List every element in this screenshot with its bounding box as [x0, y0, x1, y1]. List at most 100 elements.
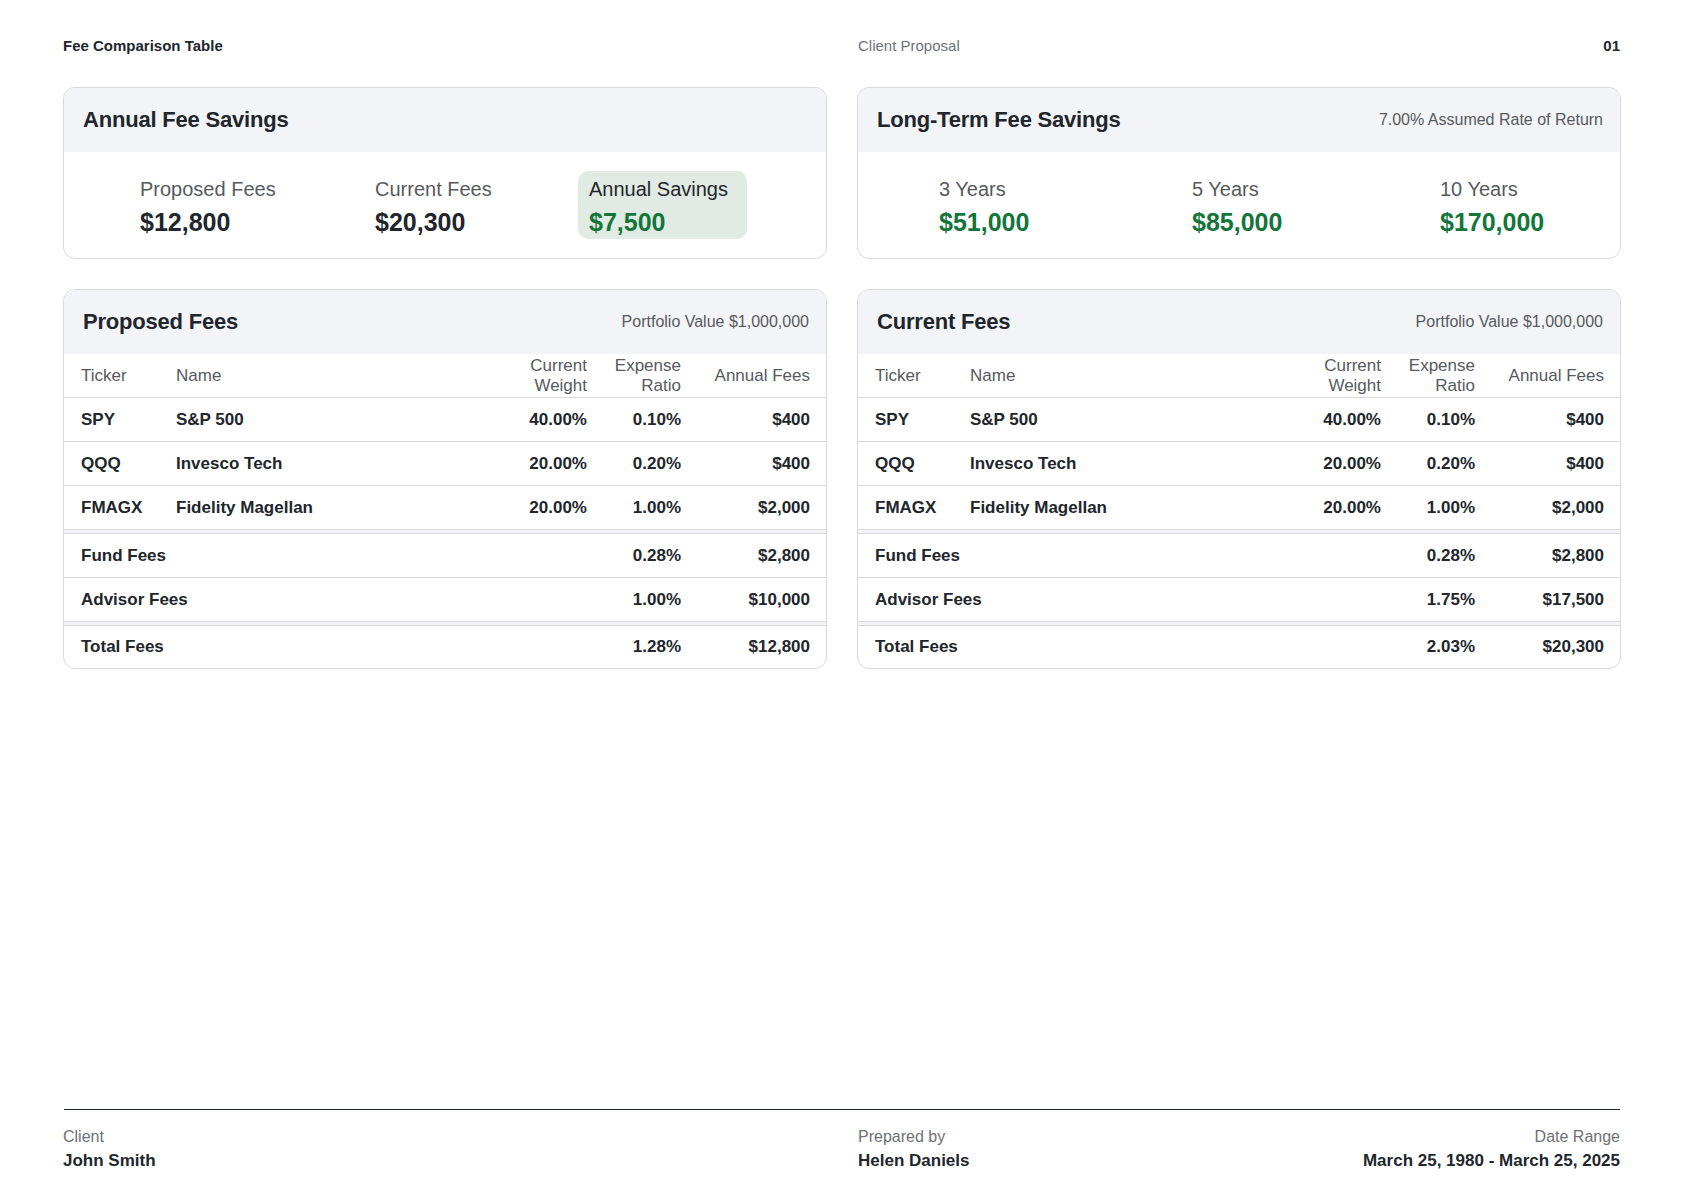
page-number: 01 [1603, 36, 1620, 56]
fees-cell: $400 [1475, 410, 1604, 430]
col-header-expense-ratio: Expense Ratio [1381, 356, 1475, 396]
name-cell: Invesco Tech [970, 454, 1261, 474]
stat-current-fees-label: Current Fees [375, 176, 492, 202]
holding-row-spy: SPY S&P 500 40.00% 0.10% $400 [858, 398, 1620, 442]
col-header-current-weight: Current Weight [1261, 356, 1381, 396]
ratio-cell: 0.20% [1381, 454, 1475, 474]
weight-cell: 40.00% [467, 410, 587, 430]
date-range-value: March 25, 1980 - March 25, 2025 [1363, 1149, 1620, 1173]
footer-date-range: Date Range March 25, 1980 - March 25, 20… [1363, 1126, 1620, 1173]
summary-label: Advisor Fees [81, 590, 587, 610]
doc-subtitle: Client Proposal [858, 36, 960, 56]
holding-row-fmagx: FMAGX Fidelity Magellan 20.00% 1.00% $2,… [64, 486, 826, 530]
name-cell: S&P 500 [970, 410, 1261, 430]
weight-cell: 20.00% [467, 498, 587, 518]
col-header-expense-ratio: Expense Ratio [587, 356, 681, 396]
holding-row-spy: SPY S&P 500 40.00% 0.10% $400 [64, 398, 826, 442]
current-fees-title: Current Fees [877, 309, 1010, 335]
col-header-name: Name [970, 366, 1261, 386]
stat-proposed-fees-value: $12,800 [140, 205, 276, 239]
current-fees-card: Current Fees Portfolio Value $1,000,000 … [857, 289, 1621, 669]
holding-row-fmagx: FMAGX Fidelity Magellan 20.00% 1.00% $2,… [858, 486, 1620, 530]
stat-current-fees: Current Fees $20,300 [375, 176, 492, 239]
col-header-name: Name [176, 366, 467, 386]
ratio-cell: 0.10% [587, 410, 681, 430]
col-header-annual-fees: Annual Fees [681, 366, 810, 386]
annual-fee-savings-title: Annual Fee Savings [83, 107, 288, 133]
col-header-annual-fees: Annual Fees [1475, 366, 1604, 386]
long-term-fee-savings-title: Long-Term Fee Savings [877, 107, 1121, 133]
summary-label: Advisor Fees [875, 590, 1381, 610]
assumed-rate-note: 7.00% Assumed Rate of Return [1379, 111, 1603, 129]
summary-label: Fund Fees [81, 546, 587, 566]
proposed-column-headers: Ticker Name Current Weight Expense Ratio… [64, 354, 826, 398]
weight-cell: 20.00% [1261, 498, 1381, 518]
summary-fees: $2,800 [681, 546, 810, 566]
stat-3-years-value: $51,000 [939, 205, 1029, 239]
name-cell: S&P 500 [176, 410, 467, 430]
ticker-cell: SPY [875, 410, 970, 430]
weight-cell: 20.00% [1261, 454, 1381, 474]
stat-annual-savings-label: Annual Savings [589, 176, 747, 202]
weight-cell: 40.00% [1261, 410, 1381, 430]
ticker-cell: SPY [81, 410, 176, 430]
summary-label: Fund Fees [875, 546, 1381, 566]
long-term-fee-savings-card: Long-Term Fee Savings 7.00% Assumed Rate… [857, 87, 1621, 259]
summary-ratio: 0.28% [587, 546, 681, 566]
fees-cell: $2,000 [1475, 498, 1604, 518]
proposed-fees-title: Proposed Fees [83, 309, 238, 335]
annual-fee-savings-card: Annual Fee Savings Proposed Fees $12,800… [63, 87, 827, 259]
stat-proposed-fees-label: Proposed Fees [140, 176, 276, 202]
stat-3-years: 3 Years $51,000 [939, 176, 1029, 239]
holding-row-qqq: QQQ Invesco Tech 20.00% 0.20% $400 [64, 442, 826, 486]
summary-fees: $10,000 [681, 590, 810, 610]
stat-5-years: 5 Years $85,000 [1192, 176, 1282, 239]
advisor-fees-row: Advisor Fees 1.75% $17,500 [858, 578, 1620, 622]
name-cell: Invesco Tech [176, 454, 467, 474]
footer-client: Client John Smith [63, 1126, 156, 1173]
ticker-cell: FMAGX [81, 498, 176, 518]
fees-cell: $400 [681, 410, 810, 430]
stat-annual-savings: Annual Savings $7,500 [578, 171, 747, 239]
ratio-cell: 0.10% [1381, 410, 1475, 430]
total-label: Total Fees [81, 637, 587, 657]
total-fees-row: Total Fees 1.28% $12,800 [64, 626, 826, 668]
holding-row-qqq: QQQ Invesco Tech 20.00% 0.20% $400 [858, 442, 1620, 486]
stat-10-years-value: $170,000 [1440, 205, 1544, 239]
annual-fee-savings-card-header: Annual Fee Savings [64, 88, 826, 152]
prepared-by-label: Prepared by [858, 1126, 970, 1148]
stat-5-years-label: 5 Years [1192, 176, 1282, 202]
stat-5-years-value: $85,000 [1192, 205, 1282, 239]
stat-10-years: 10 Years $170,000 [1440, 176, 1544, 239]
weight-cell: 20.00% [467, 454, 587, 474]
current-portfolio-value: Portfolio Value $1,000,000 [1416, 313, 1603, 331]
advisor-fees-row: Advisor Fees 1.00% $10,000 [64, 578, 826, 622]
doc-title: Fee Comparison Table [63, 36, 223, 56]
footer-prepared-by: Prepared by Helen Daniels [858, 1126, 970, 1173]
summary-fees: $2,800 [1475, 546, 1604, 566]
date-range-label: Date Range [1363, 1126, 1620, 1148]
col-header-current-weight: Current Weight [467, 356, 587, 396]
ratio-cell: 0.20% [587, 454, 681, 474]
prepared-by-name: Helen Daniels [858, 1149, 970, 1173]
stat-annual-savings-value: $7,500 [589, 205, 747, 239]
ticker-cell: QQQ [875, 454, 970, 474]
client-label: Client [63, 1126, 156, 1148]
col-header-ticker: Ticker [875, 366, 970, 386]
client-name: John Smith [63, 1149, 156, 1173]
stat-current-fees-value: $20,300 [375, 205, 492, 239]
current-column-headers: Ticker Name Current Weight Expense Ratio… [858, 354, 1620, 398]
fees-cell: $400 [1475, 454, 1604, 474]
total-ratio: 1.28% [587, 637, 681, 657]
summary-fees: $17,500 [1475, 590, 1604, 610]
summary-ratio: 1.75% [1381, 590, 1475, 610]
fees-cell: $400 [681, 454, 810, 474]
stat-proposed-fees: Proposed Fees $12,800 [140, 176, 276, 239]
col-header-ticker: Ticker [81, 366, 176, 386]
current-fees-card-header: Current Fees Portfolio Value $1,000,000 [858, 290, 1620, 354]
fund-fees-row: Fund Fees 0.28% $2,800 [64, 534, 826, 578]
ratio-cell: 1.00% [1381, 498, 1475, 518]
summary-ratio: 0.28% [1381, 546, 1475, 566]
long-term-fee-savings-card-header: Long-Term Fee Savings 7.00% Assumed Rate… [858, 88, 1620, 152]
ratio-cell: 1.00% [587, 498, 681, 518]
